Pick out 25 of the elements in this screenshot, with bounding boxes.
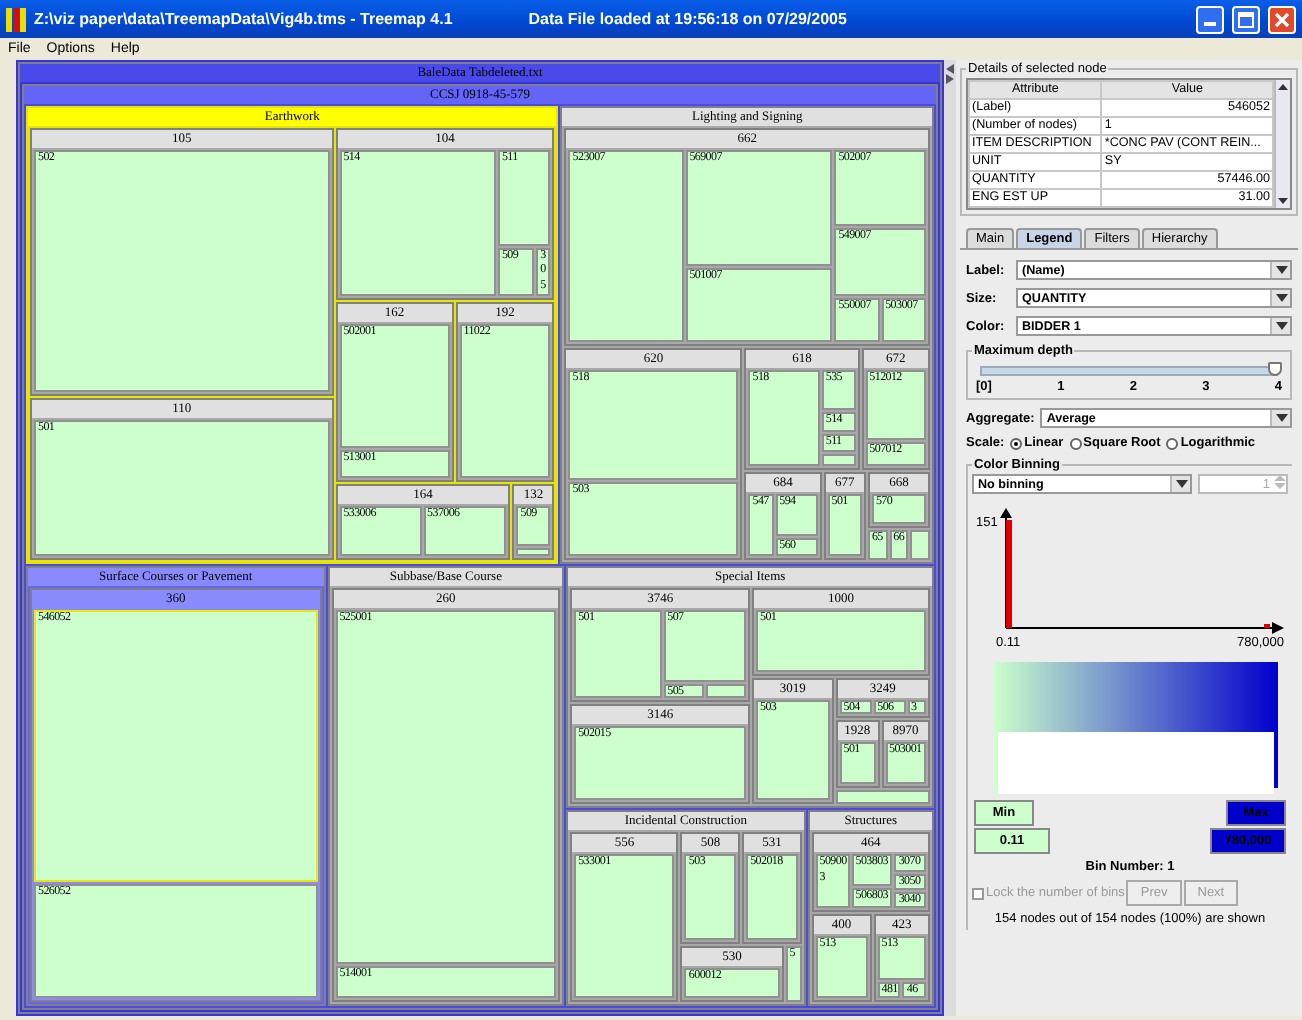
maximize-icon xyxy=(1238,11,1254,27)
depth-slider[interactable] xyxy=(980,366,1278,376)
window-title: Z:\viz paper\data\TreemapData\Vig4b.tms - Treemap 4.1 xyxy=(34,10,453,28)
treemap-cell[interactable] xyxy=(705,683,747,698)
treemap-cell[interactable] xyxy=(516,547,551,557)
treemap-cell[interactable] xyxy=(821,453,856,467)
close-icon xyxy=(1274,11,1290,27)
treemap-cell[interactable] xyxy=(910,530,931,561)
caret-icon[interactable] xyxy=(1275,414,1287,422)
close-button[interactable] xyxy=(1268,5,1296,33)
minimize-button[interactable] xyxy=(1196,5,1224,33)
caret-icon[interactable] xyxy=(1175,480,1187,488)
scroll-up-icon[interactable] xyxy=(1276,80,1290,94)
scrollbar[interactable] xyxy=(1274,80,1290,208)
caret-icon[interactable] xyxy=(1275,266,1287,274)
maximize-button[interactable] xyxy=(1232,5,1260,33)
splitter-arrows-icon[interactable] xyxy=(945,64,955,84)
caret-icon[interactable] xyxy=(1275,322,1287,330)
minimize-icon xyxy=(1204,22,1216,26)
scroll-down-icon[interactable] xyxy=(1276,194,1290,208)
slider-thumb[interactable] xyxy=(1268,362,1282,376)
load-status: Data File loaded at 19:56:18 on 07/29/2005 xyxy=(528,10,847,28)
treemap-cell[interactable] xyxy=(835,789,930,805)
caret-icon[interactable] xyxy=(1275,294,1287,302)
app-icon xyxy=(6,7,26,31)
